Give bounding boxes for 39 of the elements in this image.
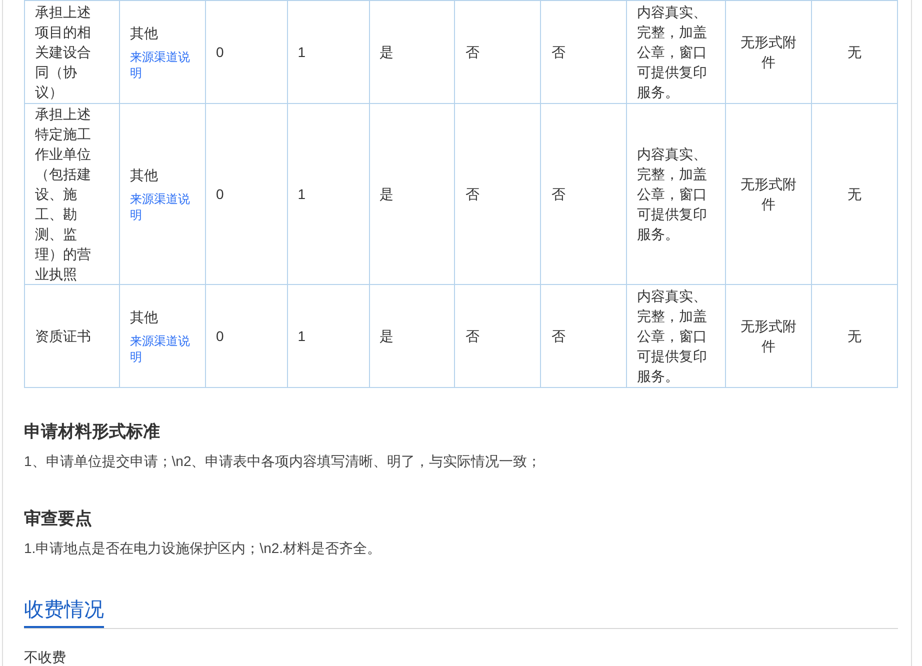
- fee-text: 不收费: [24, 648, 67, 666]
- fee-tab[interactable]: 收费情况: [24, 596, 104, 628]
- table-cell-text: 1: [298, 327, 307, 346]
- section-text: 1.申请地点是否在电力设施保护区内；\n2.材料是否齐全。: [24, 539, 382, 558]
- source-link[interactable]: 来源渠道说明: [130, 191, 192, 223]
- table-cell-text: 是: [380, 327, 395, 346]
- table-cell-text: 是: [380, 185, 395, 204]
- table-cell-text: 否: [551, 185, 566, 204]
- table-cell-text: 无: [846, 327, 863, 346]
- table-cell-text: 否: [465, 185, 480, 204]
- table-cell-text: 1: [298, 43, 307, 62]
- table-cell-text: 其他: [130, 166, 159, 185]
- table-cell-text: 否: [551, 327, 566, 346]
- table-cell-text: 其他: [130, 24, 159, 43]
- table-cell-text: 资质证书: [35, 327, 92, 346]
- table-cell-text: 内容真实、完整，加盖公章，窗口可提供复印服务。: [637, 145, 708, 244]
- table-cell-text: 内容真实、完整，加盖公章，窗口可提供复印服务。: [637, 287, 708, 386]
- table-cell-text: 0: [216, 185, 225, 204]
- table-cell-text: 0: [216, 43, 225, 62]
- table-cell-text: 其他: [130, 308, 159, 327]
- section-heading: 申请材料形式标准: [24, 421, 161, 443]
- table-cell-text: 否: [465, 43, 480, 62]
- table-cell-text: 无: [846, 43, 863, 62]
- section-heading: 审查要点: [24, 508, 93, 530]
- table-cell-text: 内容真实、完整，加盖公章，窗口可提供复印服务。: [637, 3, 708, 102]
- source-link[interactable]: 来源渠道说明: [130, 333, 192, 365]
- table-cell-text: 承担上述项目的相关建设合同（协议）: [35, 3, 92, 102]
- table-cell-text: 0: [216, 327, 225, 346]
- table-cell-text: 是: [380, 43, 395, 62]
- table-cell-text: 1: [298, 185, 307, 204]
- table-cell-text: 承担上述特定施工作业单位（包括建设、施工、勘测、监理）的营业执照: [35, 105, 92, 284]
- section-text: 1、申请单位提交申请；\n2、申请表中各项内容填写清晰、明了，与实际情况一致；: [24, 452, 542, 471]
- table-cell-text: 无形式附件: [740, 33, 798, 72]
- table-cell-text: 无形式附件: [740, 317, 798, 356]
- table-cell-text: 否: [551, 43, 566, 62]
- source-link[interactable]: 来源渠道说明: [130, 49, 192, 81]
- table-cell-text: 否: [465, 327, 480, 346]
- table-cell-text: 无: [846, 185, 863, 204]
- table-cell-text: 无形式附件: [740, 175, 798, 214]
